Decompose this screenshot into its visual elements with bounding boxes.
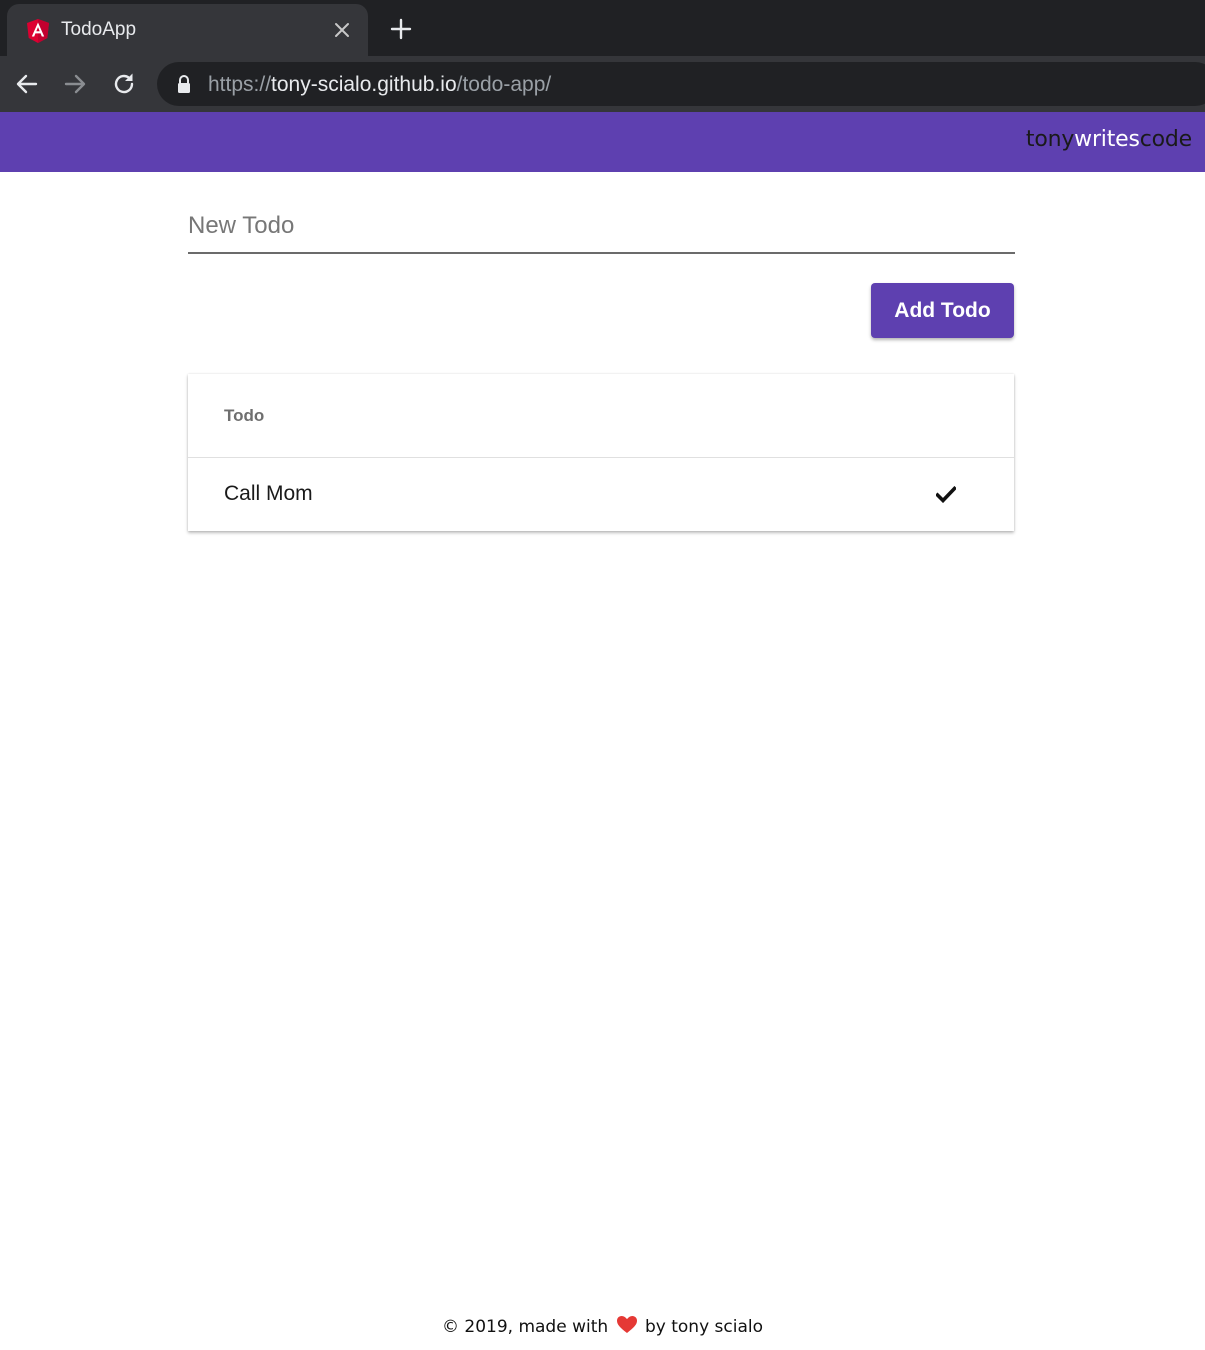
url-host: tony-scialo.github.io	[271, 73, 457, 96]
check-icon[interactable]	[936, 486, 956, 503]
close-icon[interactable]	[330, 18, 354, 42]
angular-logo-icon	[27, 19, 49, 43]
todo-list-header: Todo	[188, 374, 1014, 458]
browser-toolbar: https://tony-scialo.github.io/todo-app/	[0, 56, 1205, 112]
back-arrow-icon[interactable]	[13, 70, 41, 98]
todo-list-item: Call Mom	[188, 458, 1014, 530]
new-todo-field	[188, 206, 1015, 254]
lock-icon[interactable]	[175, 74, 193, 94]
todo-item-text: Call Mom	[224, 482, 313, 505]
browser-tabstrip: TodoApp	[0, 0, 1205, 56]
reload-icon[interactable]	[110, 70, 138, 98]
todo-list-card: Todo Call Mom	[188, 374, 1014, 531]
tab-title: TodoApp	[61, 19, 137, 40]
brand-logo[interactable]: tonywritescode	[1026, 127, 1192, 152]
forward-arrow-icon[interactable]	[61, 70, 89, 98]
todo-column-header: Todo	[224, 406, 265, 425]
footer-text-after: by tony scialo	[644, 1317, 764, 1337]
heart-icon	[616, 1316, 637, 1333]
new-tab-plus-icon[interactable]	[388, 16, 414, 42]
url-text: https://tony-scialo.github.io/todo-app/	[208, 73, 551, 97]
add-todo-button[interactable]: Add Todo	[871, 283, 1014, 338]
brand-part-tony: tony	[1025, 127, 1075, 152]
url-scheme: https://	[208, 73, 272, 96]
url-path: /todo-app/	[456, 73, 552, 96]
brand-part-code: code	[1139, 127, 1192, 152]
brand-part-writes: writes	[1074, 127, 1140, 152]
app-header: tonywritescode	[0, 112, 1205, 172]
address-bar[interactable]: https://tony-scialo.github.io/todo-app/	[157, 62, 1205, 106]
footer: © 2019, made with by tony scialo	[0, 1315, 1205, 1337]
footer-text-before: © 2019, made with	[441, 1317, 609, 1337]
new-todo-input[interactable]	[188, 206, 1015, 250]
browser-tab[interactable]: TodoApp	[7, 4, 368, 56]
